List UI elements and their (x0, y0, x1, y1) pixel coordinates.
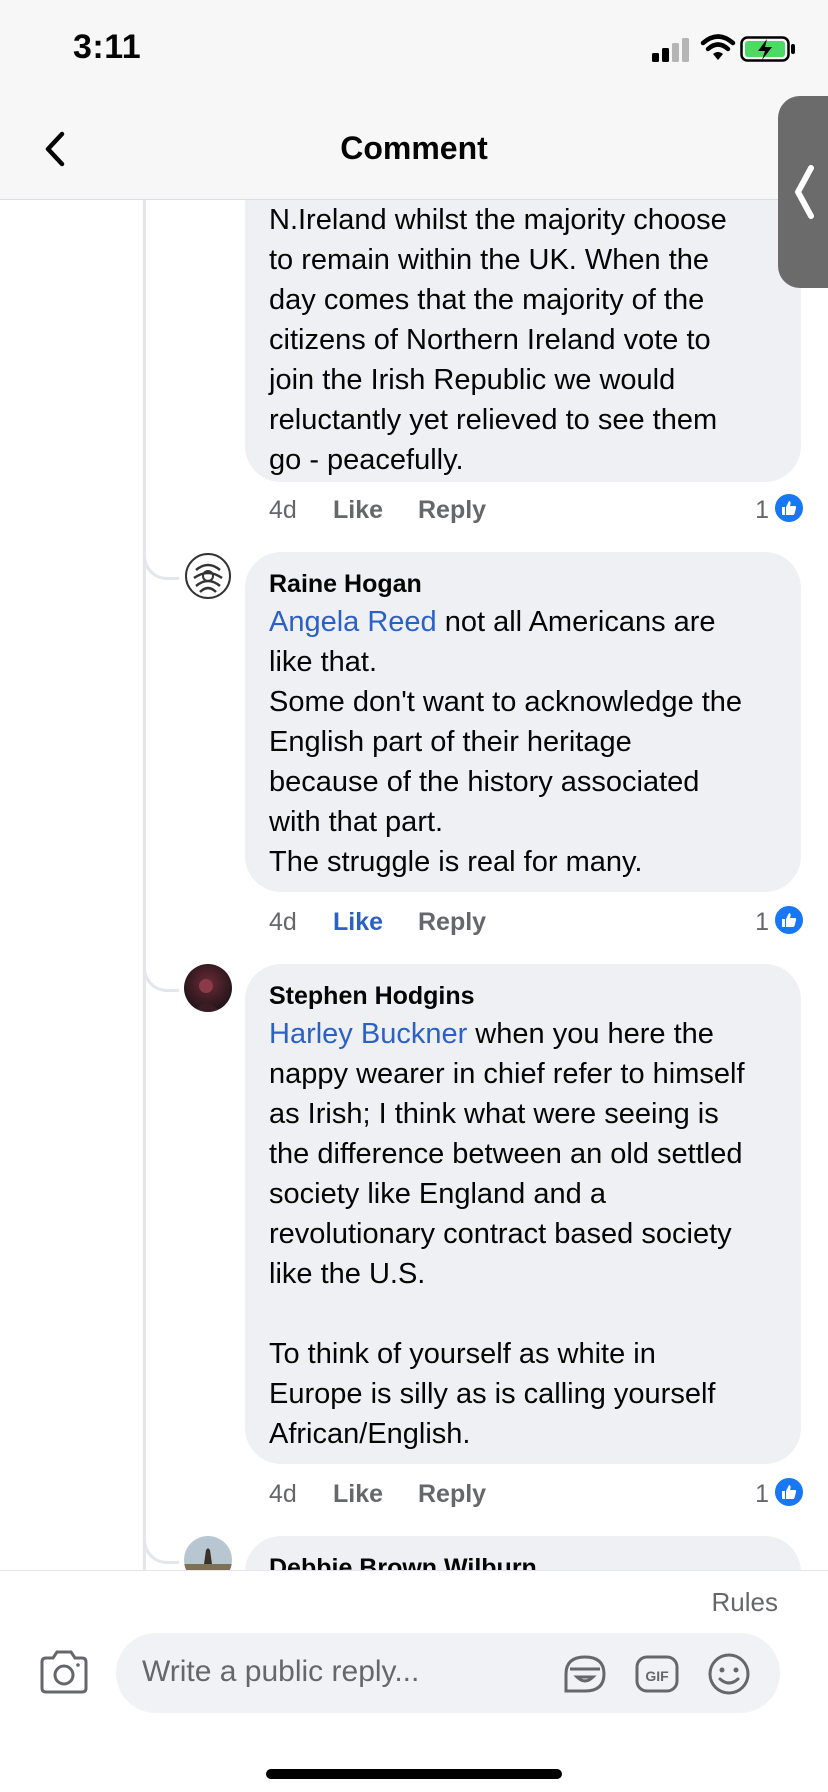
comment-bubble[interactable]: N.Ireland whilst the majority choose to … (245, 200, 801, 482)
camera-icon[interactable] (38, 1648, 90, 1696)
reply-input[interactable]: Write a public reply... GIF (116, 1633, 780, 1713)
comment-bubble[interactable]: Debbie Brown Wilburn (245, 1536, 801, 1570)
side-panel-tab[interactable] (778, 96, 828, 288)
avatar[interactable] (184, 552, 232, 600)
comment-thread[interactable]: N.Ireland whilst the majority choose to … (0, 200, 828, 1570)
avatar[interactable] (184, 964, 232, 1012)
home-indicator (266, 1769, 562, 1779)
comment-actions: 4d Like Reply 1 (269, 902, 805, 942)
comment-bubble[interactable]: Stephen Hodgins Harley Buckner when you … (245, 964, 801, 1464)
reaction-count[interactable]: 1 (755, 908, 769, 937)
reply-button[interactable]: Reply (418, 908, 486, 937)
comment-author[interactable]: Debbie Brown Wilburn (269, 1550, 777, 1570)
comment-text: N.Ireland whilst the majority choose to … (269, 204, 727, 476)
mention-link[interactable]: Angela Reed (269, 606, 437, 638)
wifi-icon (700, 34, 736, 60)
like-button[interactable]: Like (333, 496, 383, 525)
chevron-left-icon (795, 165, 814, 219)
comment-author[interactable]: Raine Hogan (269, 566, 777, 602)
comment-time: 4d (269, 496, 297, 524)
page-title: Comment (340, 130, 488, 166)
rules-link[interactable]: Rules (712, 1587, 778, 1618)
thumbs-up-icon[interactable] (773, 1476, 805, 1508)
emoji-icon[interactable] (706, 1651, 752, 1697)
nav-bar: Comment (0, 100, 828, 200)
status-time: 3:11 (73, 28, 142, 66)
comment-actions: 4d Like Reply 1 (269, 1474, 805, 1514)
thread-line (143, 200, 146, 1570)
comment-text: Angela Reed not all Americans are like t… (269, 602, 777, 882)
reply-button[interactable]: Reply (418, 1480, 486, 1509)
thread-connector (143, 964, 179, 992)
svg-text:GIF: GIF (645, 1668, 669, 1684)
comment-bubble[interactable]: Raine Hogan Angela Reed not all American… (245, 552, 801, 892)
sticker-icon[interactable] (562, 1651, 608, 1697)
comment-body: when you here the nappy wearer in chief … (269, 1018, 745, 1450)
cellular-signal-icon (652, 38, 689, 62)
thread-connector (143, 552, 179, 580)
comment-text: Harley Buckner when you here the nappy w… (269, 1014, 777, 1454)
thumbs-up-icon[interactable] (773, 904, 805, 936)
comment-actions: 4d Like Reply 1 (269, 490, 805, 530)
gif-icon[interactable]: GIF (634, 1651, 680, 1697)
mention-link[interactable]: Harley Buckner (269, 1018, 467, 1050)
reaction-count[interactable]: 1 (755, 496, 769, 525)
thread-connector (143, 1536, 179, 1564)
like-button[interactable]: Like (333, 1480, 383, 1509)
avatar[interactable] (184, 1536, 232, 1570)
comment-time: 4d (269, 908, 297, 936)
reply-button[interactable]: Reply (418, 496, 486, 525)
reply-composer: Rules Write a public reply... GIF (0, 1570, 828, 1792)
status-bar: 3:11 (0, 0, 828, 100)
battery-charging-icon (740, 36, 795, 62)
thumbs-up-icon[interactable] (773, 492, 805, 524)
comment-author[interactable]: Stephen Hodgins (269, 978, 777, 1014)
comment-time: 4d (269, 1480, 297, 1508)
reply-input-placeholder: Write a public reply... (142, 1655, 420, 1688)
like-button[interactable]: Like (333, 908, 383, 937)
comment-body: not all Americans are like that. Some do… (269, 606, 743, 878)
reaction-count[interactable]: 1 (755, 1480, 769, 1509)
